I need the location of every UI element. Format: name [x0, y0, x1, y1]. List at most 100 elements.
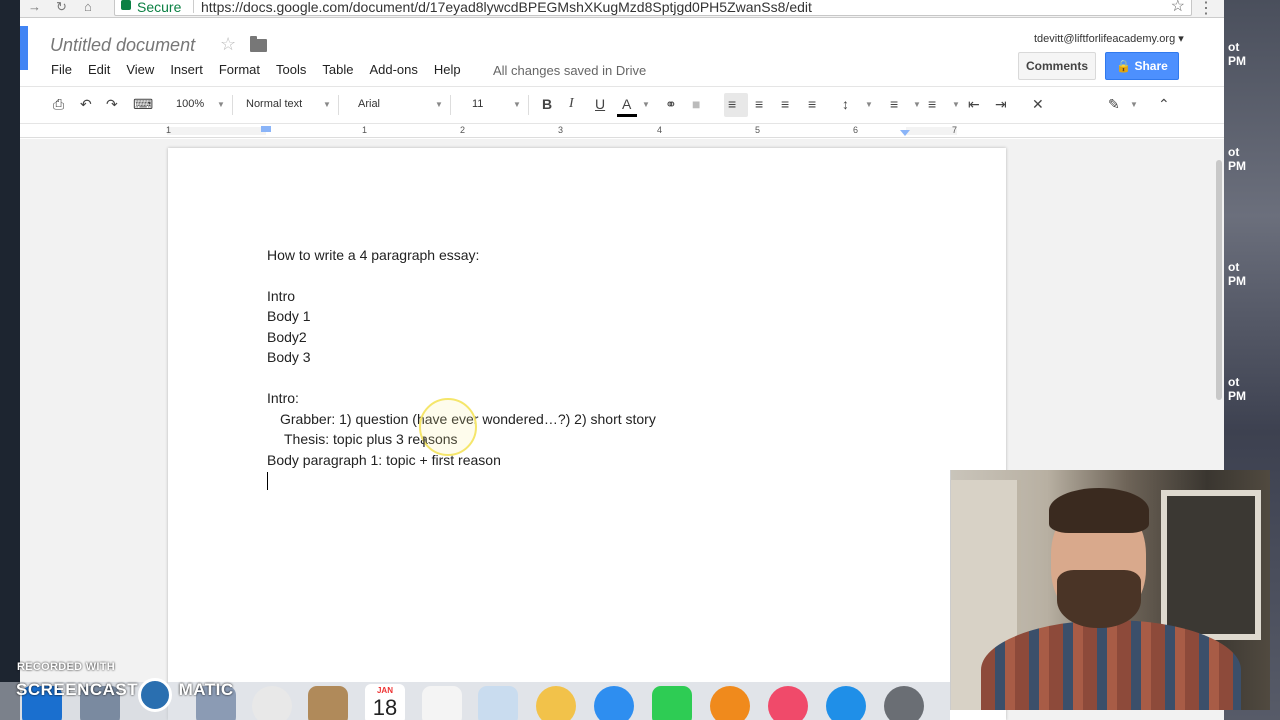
- calendar-icon[interactable]: JAN 18: [365, 684, 405, 720]
- redo-icon[interactable]: ↷: [106, 96, 118, 112]
- style-select[interactable]: Normal text: [246, 98, 302, 110]
- bulleted-list-icon[interactable]: ≡: [928, 96, 936, 112]
- italic-button[interactable]: I: [569, 96, 574, 112]
- align-justify-icon[interactable]: ≡: [808, 96, 816, 112]
- menu-file[interactable]: File: [51, 62, 72, 77]
- app-store-icon[interactable]: [826, 686, 866, 720]
- contacts-icon[interactable]: [308, 686, 348, 720]
- chrome-icon[interactable]: [252, 686, 292, 720]
- doc-line[interactable]: Body 1: [267, 308, 311, 324]
- decrease-indent-icon[interactable]: ⇤: [968, 96, 980, 112]
- doc-line[interactable]: Body 3: [267, 349, 311, 365]
- browser-menu-icon[interactable]: ⋮: [1198, 0, 1214, 18]
- menu-help[interactable]: Help: [434, 62, 461, 77]
- share-button[interactable]: 🔒 Share: [1105, 52, 1179, 80]
- align-left-icon[interactable]: ≡: [728, 96, 736, 112]
- save-status[interactable]: All changes saved in Drive: [493, 63, 646, 78]
- browser-toolbar: → ↻ ⌂ Secure https://docs.google.com/doc…: [20, 0, 1224, 18]
- menu-bar: File Edit View Insert Format Tools Table…: [51, 62, 477, 77]
- font-select[interactable]: Arial: [358, 98, 380, 110]
- docs-logo-icon[interactable]: [20, 26, 28, 70]
- menu-table[interactable]: Table: [322, 62, 353, 77]
- facetime-icon[interactable]: [652, 686, 692, 720]
- home-icon[interactable]: ⌂: [84, 0, 92, 13]
- doc-line[interactable]: Intro:: [267, 390, 299, 406]
- ruler[interactable]: 1 1 2 3 4 5 6 7: [20, 124, 1224, 138]
- editing-mode-pencil-icon[interactable]: ✎: [1108, 96, 1120, 112]
- menu-edit[interactable]: Edit: [88, 62, 110, 77]
- menu-tools[interactable]: Tools: [276, 62, 306, 77]
- desktop-file-label[interactable]: ot PM: [1228, 40, 1246, 68]
- comment-icon[interactable]: ■: [692, 96, 700, 112]
- back-icon[interactable]: →: [28, 0, 41, 13]
- right-indent-handle[interactable]: [900, 130, 910, 136]
- star-icon[interactable]: ☆: [220, 34, 236, 55]
- screencastomatic-logo-icon: [138, 678, 172, 712]
- document-title[interactable]: Untitled document: [50, 35, 195, 56]
- doc-line[interactable]: Intro: [267, 288, 295, 304]
- left-indent-handle[interactable]: [261, 126, 271, 132]
- screencast-text: SCREENCAST: [16, 680, 139, 699]
- underline-button[interactable]: U: [595, 96, 605, 112]
- ruler-mark: 5: [755, 125, 761, 135]
- vertical-scrollbar[interactable]: [1214, 140, 1224, 400]
- clear-formatting-icon[interactable]: ✕: [1032, 96, 1044, 112]
- align-right-icon[interactable]: ≡: [781, 96, 789, 112]
- folder-icon[interactable]: [250, 36, 267, 52]
- ruler-mark: 1: [362, 125, 368, 135]
- ruler-mark: 2: [460, 125, 466, 135]
- share-label: Share: [1134, 59, 1168, 73]
- text-color-swatch: [617, 114, 637, 117]
- photos-icon[interactable]: [536, 686, 576, 720]
- url-text[interactable]: https://docs.google.com/document/d/17eya…: [201, 0, 812, 15]
- font-size-select[interactable]: 11: [472, 98, 483, 110]
- matic-text: MATIC: [178, 680, 234, 699]
- system-preferences-icon[interactable]: [884, 686, 924, 720]
- bookmark-star-icon[interactable]: ☆: [1171, 0, 1185, 16]
- ruler-mark: 4: [657, 125, 663, 135]
- text-cursor: [267, 472, 268, 490]
- desktop-file-label[interactable]: ot PM: [1228, 260, 1246, 288]
- messages-icon[interactable]: [594, 686, 634, 720]
- zoom-select[interactable]: 100%: [176, 98, 204, 110]
- preview-icon[interactable]: [478, 686, 518, 720]
- desktop-left-edge: [0, 0, 20, 720]
- doc-heading[interactable]: How to write a 4 paragraph essay:: [267, 247, 479, 263]
- menu-insert[interactable]: Insert: [170, 62, 203, 77]
- itunes-icon[interactable]: [768, 686, 808, 720]
- reload-icon[interactable]: ↻: [56, 0, 67, 13]
- account-email[interactable]: tdevitt@liftforlifeacademy.org ▾: [1034, 32, 1184, 45]
- ruler-mark: 3: [558, 125, 564, 135]
- document-page[interactable]: How to write a 4 paragraph essay: Intro …: [168, 148, 1006, 720]
- align-center-icon[interactable]: ≡: [755, 96, 763, 112]
- doc-line[interactable]: Body2: [267, 329, 307, 345]
- comments-button[interactable]: Comments: [1018, 52, 1096, 80]
- chevron-down-icon: ▼: [1130, 100, 1138, 109]
- toolbar-divider: [528, 95, 529, 115]
- calendar-day: 18: [372, 695, 398, 720]
- menu-addons[interactable]: Add-ons: [369, 62, 417, 77]
- collapse-menu-icon[interactable]: ⌃: [1158, 96, 1170, 112]
- undo-icon[interactable]: ↶: [80, 96, 92, 112]
- menu-view[interactable]: View: [126, 62, 154, 77]
- text-color-button[interactable]: A: [622, 96, 631, 112]
- doc-line[interactable]: Body paragraph 1: topic + first reason: [267, 452, 501, 468]
- bold-button[interactable]: B: [542, 96, 552, 112]
- address-bar[interactable]: Secure https://docs.google.com/document/…: [114, 0, 1192, 16]
- chevron-down-icon: ▼: [865, 100, 873, 109]
- scrollbar-thumb[interactable]: [1216, 160, 1222, 400]
- toolbar-divider: [450, 95, 451, 115]
- desktop-file-label[interactable]: ot PM: [1228, 145, 1246, 173]
- increase-indent-icon[interactable]: ⇥: [995, 96, 1007, 112]
- paint-format-icon[interactable]: ⌨: [133, 96, 153, 112]
- menu-format[interactable]: Format: [219, 62, 260, 77]
- numbered-list-icon[interactable]: ≡: [890, 96, 898, 112]
- link-icon[interactable]: ⚭: [665, 96, 677, 112]
- desktop-file-label[interactable]: ot PM: [1228, 375, 1246, 403]
- line-spacing-icon[interactable]: ↕: [842, 96, 849, 112]
- ibooks-icon[interactable]: [710, 686, 750, 720]
- lock-icon: [121, 0, 131, 10]
- print-icon[interactable]: ⎙: [53, 96, 64, 112]
- ibeam-cursor-icon: I: [422, 434, 426, 450]
- reminders-icon[interactable]: [422, 686, 462, 720]
